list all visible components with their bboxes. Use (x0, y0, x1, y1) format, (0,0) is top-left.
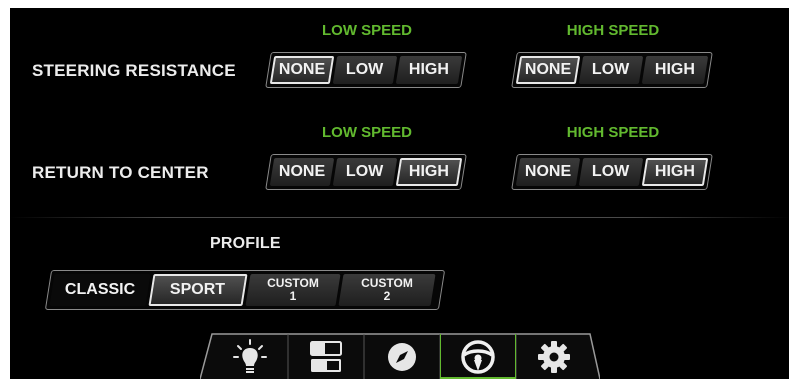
sr-low-speed-header: LOW SPEED (321, 22, 412, 39)
sr-low-speed-selector: NONE LOW HIGH (265, 52, 467, 88)
rtc-low-none-option[interactable]: NONE (269, 158, 335, 186)
sr-low-none-option[interactable]: NONE (269, 56, 335, 84)
rtc-low-speed-selector: NONE LOW HIGH (265, 154, 467, 190)
sr-high-high-option[interactable]: HIGH (641, 56, 709, 84)
tab-settings[interactable] (516, 334, 592, 379)
profile-selector: CLASSIC SPORT CUSTOM 1 CUSTOM 2 (44, 270, 446, 310)
profile-sport-option[interactable]: SPORT (148, 274, 248, 306)
rtc-low-low-option[interactable]: LOW (332, 158, 398, 186)
profile-classic-option[interactable]: CLASSIC (49, 274, 151, 306)
compass-icon (388, 342, 416, 371)
rtc-high-high-option[interactable]: HIGH (641, 158, 709, 186)
sr-high-none-option[interactable]: NONE (515, 56, 581, 84)
layout-toggle-icon (310, 340, 342, 372)
sr-low-high-option[interactable]: HIGH (395, 56, 463, 84)
sr-high-speed-header: HIGH SPEED (566, 22, 660, 39)
rtc-high-speed-header: HIGH SPEED (566, 124, 660, 141)
profile-custom-1-option[interactable]: CUSTOM 1 (245, 274, 341, 306)
sr-high-speed-selector: NONE LOW HIGH (511, 52, 713, 88)
return-to-center-label: RETURN TO CENTER (32, 163, 209, 182)
gear-icon (538, 340, 570, 373)
rtc-low-high-option[interactable]: HIGH (395, 158, 463, 186)
tab-steering[interactable] (440, 334, 516, 379)
steering-settings-screen: LOW SPEED HIGH SPEED STEERING RESISTANCE… (10, 8, 789, 379)
rtc-low-speed-header: LOW SPEED (321, 124, 412, 141)
steering-wheel-icon (461, 339, 495, 374)
sr-low-low-option[interactable]: LOW (332, 56, 398, 84)
tab-layout[interactable] (288, 334, 364, 379)
profile-custom-2-option[interactable]: CUSTOM 2 (338, 274, 436, 306)
rtc-high-low-option[interactable]: LOW (578, 158, 644, 186)
light-bulb-icon (233, 338, 267, 373)
rtc-high-none-option[interactable]: NONE (515, 158, 581, 186)
tab-lighting[interactable] (212, 334, 288, 379)
profile-title: PROFILE (210, 235, 281, 252)
bottom-tab-bar (200, 328, 600, 379)
sr-high-low-option[interactable]: LOW (578, 56, 644, 84)
steering-resistance-label: STEERING RESISTANCE (32, 61, 236, 80)
section-divider (10, 217, 789, 218)
tab-navigation[interactable] (364, 334, 440, 379)
rtc-high-speed-selector: NONE LOW HIGH (511, 154, 713, 190)
